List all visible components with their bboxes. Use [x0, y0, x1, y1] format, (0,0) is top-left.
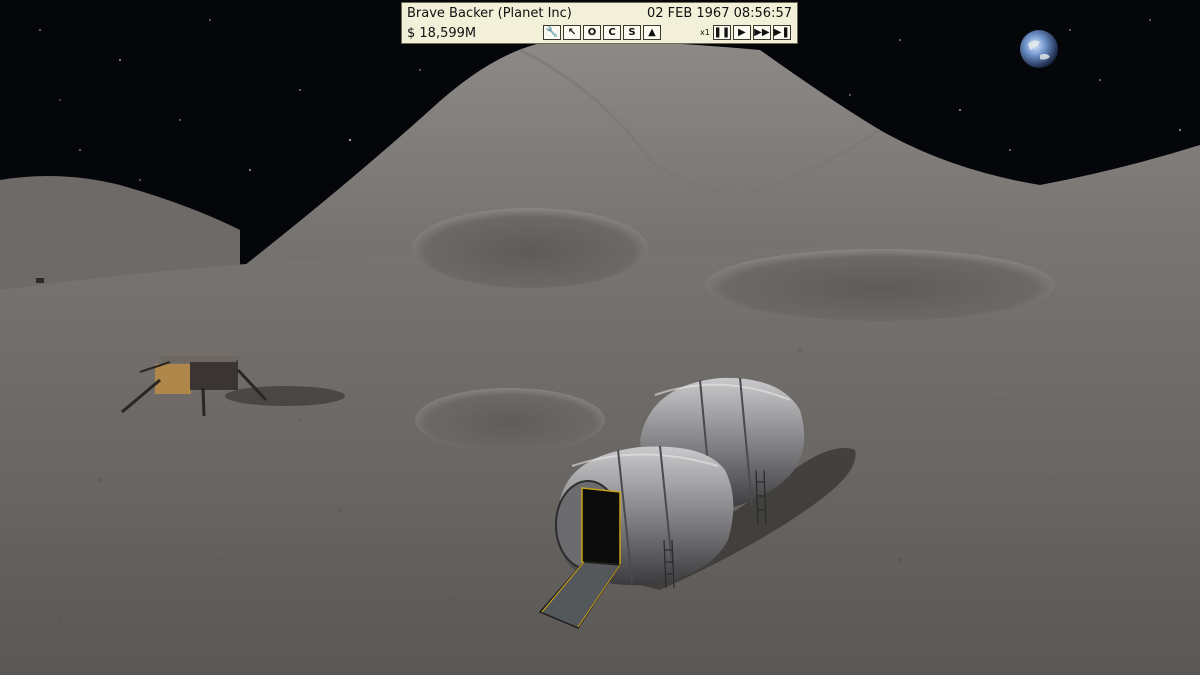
skip-forward-icon[interactable]: ▶❚ — [772, 25, 791, 40]
pause-icon[interactable]: ❚❚ — [712, 25, 731, 40]
distant-probe — [36, 278, 44, 283]
status-panel: Brave Backer (Planet Inc) 02 FEB 1967 08… — [401, 2, 798, 44]
money-balance: $ 18,599M — [407, 26, 477, 41]
o-button[interactable]: O — [583, 25, 601, 40]
c-button[interactable]: C — [603, 25, 621, 40]
earth-icon — [1020, 30, 1058, 68]
lander-shadow — [225, 386, 345, 406]
company-name: Brave Backer (Planet Inc) — [407, 6, 572, 21]
s-button[interactable]: S — [623, 25, 641, 40]
airlock-door — [581, 487, 621, 566]
lunar-scene — [0, 0, 1200, 675]
wrench-icon[interactable]: 🔧 — [543, 25, 561, 40]
tool-buttons: 🔧 ↖ O C S ▲ — [543, 25, 661, 40]
crater — [705, 249, 1055, 321]
fast-forward-icon[interactable]: ▶▶ — [752, 25, 771, 40]
triangle-icon[interactable]: ▲ — [643, 25, 661, 40]
crater — [412, 208, 648, 288]
game-date-time: 02 FEB 1967 08:56:57 — [646, 6, 792, 21]
cursor-icon[interactable]: ↖ — [563, 25, 581, 40]
speed-indicator: x1 — [700, 28, 710, 37]
speed-controls: x1 ❚❚ ▶ ▶▶ ▶❚ — [700, 25, 791, 40]
play-icon[interactable]: ▶ — [732, 25, 751, 40]
crater — [415, 388, 605, 452]
